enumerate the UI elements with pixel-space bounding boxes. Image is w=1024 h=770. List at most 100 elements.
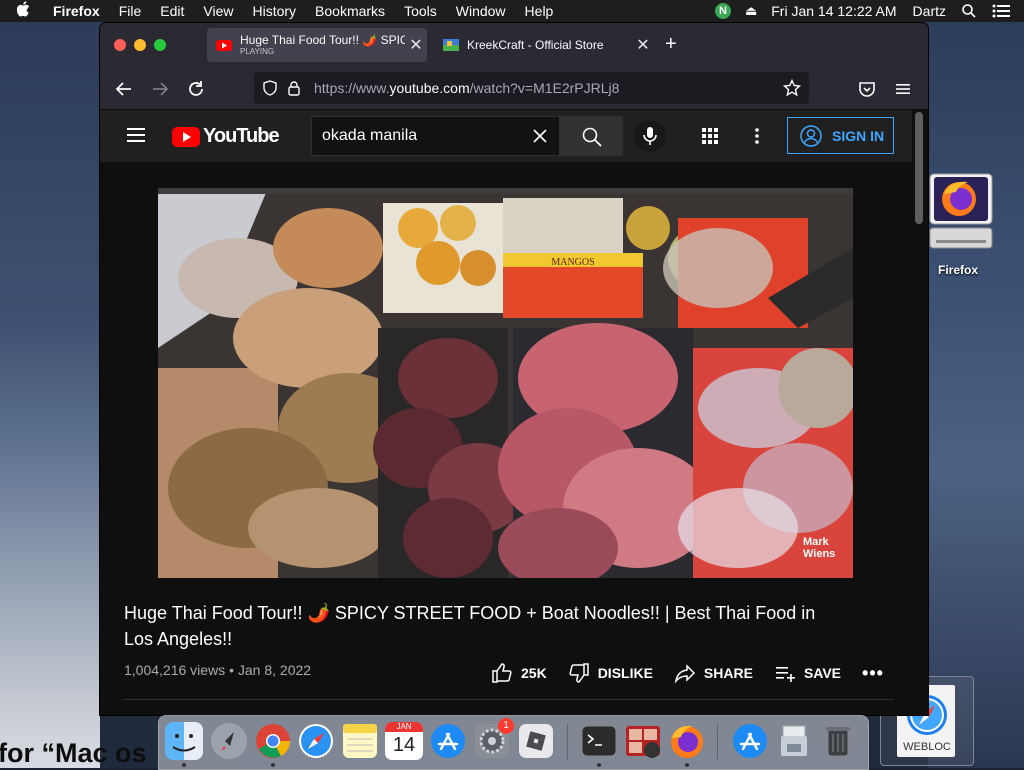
youtube-logo-text: YouTube [203,125,280,147]
chrome-icon[interactable] [254,722,292,760]
menu-view[interactable]: View [203,3,233,19]
clear-search-icon[interactable] [530,126,550,146]
bookmark-star-icon[interactable] [783,79,801,97]
notes-icon[interactable] [341,722,379,760]
back-arrow-icon[interactable] [114,79,134,99]
video-player[interactable]: MANGOS Mark Wiens [158,188,853,578]
safari-icon[interactable] [297,722,335,760]
close-window-button[interactable] [114,39,126,51]
terminal-icon[interactable] [580,722,618,760]
menu-help[interactable]: Help [525,3,554,19]
new-tab-button[interactable]: + [665,34,677,54]
zoom-window-button[interactable] [154,39,166,51]
share-label: SHARE [703,665,753,681]
channel-watermark-line-2: Wiens [803,548,835,560]
menu-file[interactable]: File [119,3,142,19]
youtube-page: YouTube SIGN IN [100,110,928,715]
tab-youtube-video[interactable]: Huge Thai Food Tour!! 🌶️ SPICY PLAYING ✕ [207,28,427,62]
menu-tools[interactable]: Tools [404,3,437,19]
like-button[interactable]: 25K [491,662,547,684]
firefox-disk-icon[interactable] [928,172,994,250]
page-scrollbar-thumb[interactable] [915,112,923,224]
save-button[interactable]: SAVE [774,662,841,684]
video-frame-image: MANGOS Mark Wiens [158,188,853,578]
youtube-favicon-icon [216,40,232,51]
youtube-masthead: YouTube SIGN IN [100,110,912,162]
minimize-window-button[interactable] [134,39,146,51]
app-store-downloads-icon[interactable] [731,722,769,760]
app-store-icon[interactable] [429,722,467,760]
thumbs-up-icon [492,663,512,683]
desktop-right-wallpaper [928,22,1024,768]
dislike-button[interactable]: DISLIKE [568,662,653,684]
dock: JAN 14 1 [158,715,869,770]
youtube-logo[interactable]: YouTube [172,125,280,148]
menu-window[interactable]: Window [456,3,506,19]
menu-edit[interactable]: Edit [160,3,184,19]
description-divider [124,699,894,700]
url-domain: youtube.com [389,80,470,96]
sign-in-button[interactable]: SIGN IN [787,117,894,154]
tab-playing-status: PLAYING [240,46,275,56]
pocket-icon[interactable] [857,79,877,99]
status-app-icon[interactable]: N [714,3,731,19]
firefox-dock-icon[interactable] [668,722,706,760]
menubar-status-area: N ⏏ Fri Jan 14 12:22 AM Dartz [714,0,1024,22]
kreekcraft-favicon-icon [443,39,459,51]
menu-bookmarks[interactable]: Bookmarks [315,3,385,19]
photo-booth-icon[interactable] [624,722,662,760]
finder-icon[interactable] [165,722,203,760]
close-tab-icon[interactable]: ✕ [632,35,654,55]
forward-arrow-icon[interactable] [150,79,170,99]
youtube-play-logo-icon [172,126,200,147]
sign-in-label: SIGN IN [832,127,885,144]
video-metadata: 1,004,216 views • Jan 8, 2022 [124,662,311,678]
url-path: /watch?v=M1E2rPJRLj8 [469,80,620,96]
search-input[interactable] [312,117,524,155]
navigation-toolbar: https://www.youtube.com/watch?v=M1E2rPJR… [100,67,928,110]
menubar-user[interactable]: Dartz [913,3,946,19]
guide-menu-icon[interactable] [127,128,145,142]
downloads-folder-icon[interactable] [775,722,813,760]
save-label: SAVE [803,665,842,681]
menubar-clock[interactable]: Fri Jan 14 12:22 AM [771,3,896,19]
tab-title: Huge Thai Food Tour!! 🌶️ SPICY [240,33,405,47]
calendar-icon[interactable]: JAN 14 [385,722,423,760]
search-button[interactable] [559,116,623,156]
firefox-running-indicator [685,763,689,767]
like-count: 25K [521,665,547,681]
close-tab-icon[interactable]: ✕ [405,35,427,55]
firefox-disk-label: Firefox [937,263,978,277]
address-bar[interactable]: https://www.youtube.com/watch?v=M1E2rPJR… [254,72,809,104]
menu-history[interactable]: History [252,3,296,19]
eject-icon[interactable]: ⏏ [745,3,757,19]
share-button[interactable]: SHARE [674,662,753,684]
meta-separator: • [225,662,238,678]
launchpad-icon[interactable] [210,722,248,760]
apple-menu-icon[interactable] [16,1,39,21]
spotlight-search-icon[interactable] [962,4,976,18]
roblox-icon[interactable] [517,722,555,760]
update-badge: 1 [498,718,514,734]
calendar-month: JAN [385,722,423,732]
reload-icon[interactable] [186,79,206,99]
trash-icon[interactable] [819,722,857,760]
more-actions-icon[interactable]: ••• [862,663,884,684]
url-text[interactable]: https://www.youtube.com/watch?v=M1E2rPJR… [314,80,619,96]
settings-more-vert-icon[interactable] [748,127,766,145]
control-center-icon[interactable] [992,4,1010,18]
dislike-label: DISLIKE [597,665,653,681]
youtube-apps-grid-icon[interactable] [701,127,719,145]
upload-date: Jan 8, 2022 [237,662,312,678]
url-prefix: https://www. [314,80,390,96]
lock-icon[interactable] [286,80,302,96]
menu-app-name[interactable]: Firefox [53,3,100,19]
voice-search-mic-icon[interactable] [634,120,666,152]
playlist-add-icon [775,667,795,682]
tab-kreekcraft-store[interactable]: KreekCraft - Official Store ✕ [434,28,654,62]
search-box[interactable] [311,116,560,156]
tracking-protection-shield-icon[interactable] [262,80,278,96]
dock-separator [717,724,718,760]
webloc-label: WEBLOC [903,741,951,753]
app-menu-icon[interactable] [893,79,913,99]
